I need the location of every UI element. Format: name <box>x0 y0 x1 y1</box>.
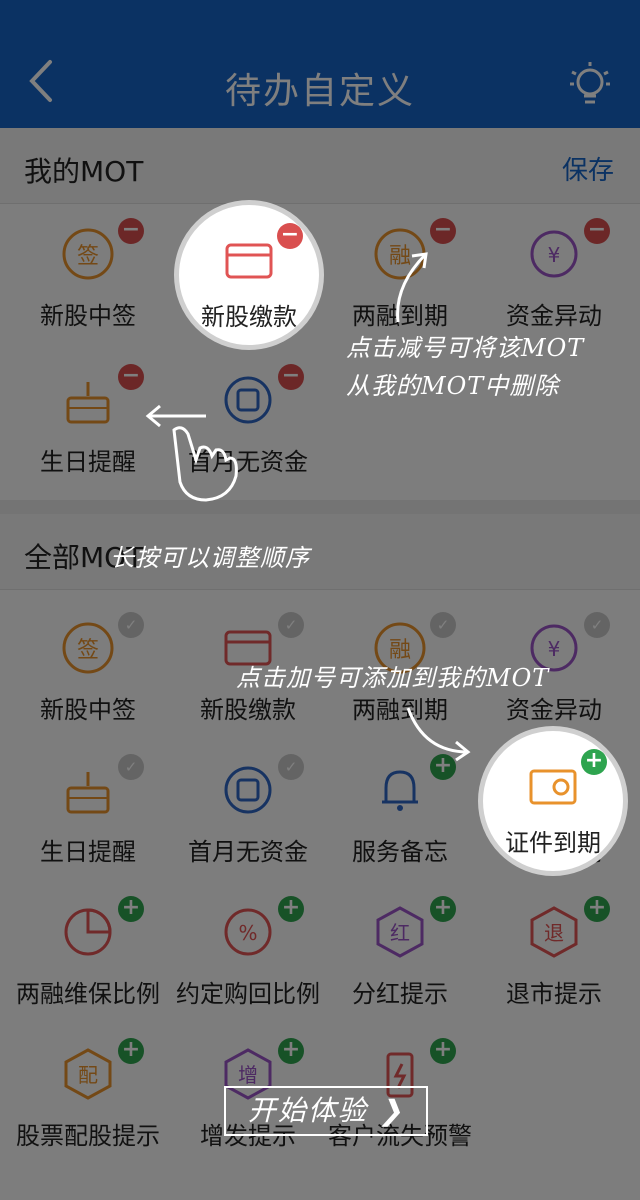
item-label: 证件到期 <box>505 829 601 857</box>
delete-hint-line1: 点击减号可将该MOT <box>346 334 585 362</box>
curved-arrow-icon <box>396 252 428 323</box>
payment-card-icon <box>225 243 273 279</box>
curved-arrow-icon <box>406 707 471 762</box>
reorder-hint: 长按可以调整顺序 <box>110 544 310 572</box>
spotlight-remove-item: − 新股缴款 <box>174 200 324 350</box>
item-label: 新股缴款 <box>201 303 297 331</box>
hand-swipe-icon <box>145 404 238 502</box>
add-badge-icon[interactable]: + <box>581 749 607 775</box>
spotlight-add-item: + 证件到期 <box>478 726 628 876</box>
remove-badge-icon[interactable]: − <box>277 223 303 249</box>
guide-overlay[interactable] <box>0 0 640 1200</box>
id-card-icon <box>529 769 577 805</box>
start-experience-button[interactable]: 开始体验 ❯ <box>224 1086 428 1136</box>
add-hint: 点击加号可添加到我的MOT <box>236 664 550 692</box>
delete-hint-line2: 从我的MOT中删除 <box>346 372 560 400</box>
